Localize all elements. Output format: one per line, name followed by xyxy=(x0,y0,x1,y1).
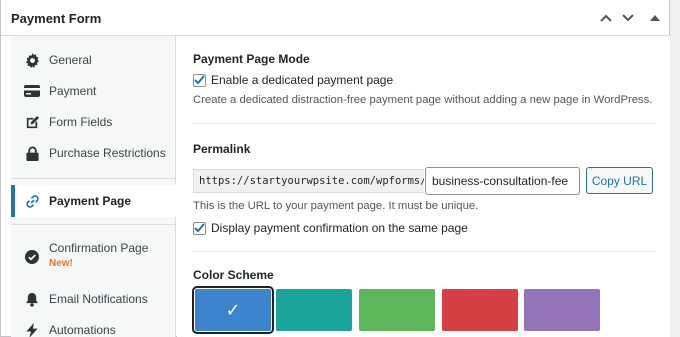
sidebar-item-payment[interactable]: Payment xyxy=(11,80,175,102)
checkbox-label: Display payment confirmation on the same… xyxy=(211,221,468,235)
toggle-panel-button[interactable] xyxy=(645,8,665,28)
chevron-up-icon xyxy=(600,14,612,22)
checkmark-icon xyxy=(194,75,205,85)
permalink-url-prefix: https://startyourwpsite.com/wpforms/ xyxy=(193,169,424,193)
color-swatch-green[interactable] xyxy=(359,289,435,331)
color-swatch-purple[interactable] xyxy=(524,289,600,331)
bell-icon xyxy=(24,291,40,307)
sidebar-item-email-notifications[interactable]: Email Notifications xyxy=(11,288,175,310)
chevron-down-icon xyxy=(622,14,634,22)
enable-payment-page-checkbox[interactable]: Enable a dedicated payment page xyxy=(193,73,393,87)
color-swatch-blue[interactable]: ✓ xyxy=(192,286,274,334)
gear-icon xyxy=(24,52,40,68)
sidebar-item-label: Purchase Restrictions xyxy=(49,146,166,160)
sidebar-item-purchase-restrictions[interactable]: Purchase Restrictions xyxy=(11,142,175,164)
sidebar-item-text: Confirmation Page New! xyxy=(49,241,148,269)
selected-check-icon: ✓ xyxy=(225,299,241,320)
payment-page-mode-title: Payment Page Mode xyxy=(193,52,310,66)
lock-icon xyxy=(24,145,40,161)
caret-up-icon xyxy=(650,15,660,21)
link-icon xyxy=(24,193,40,209)
copy-url-button[interactable]: Copy URL xyxy=(586,167,653,194)
settings-sidebar: General Payment Form Fields Purchase Res… xyxy=(11,36,177,337)
sidebar-item-label: Payment Page xyxy=(49,194,132,208)
move-up-button[interactable] xyxy=(596,8,616,28)
checkbox-label: Enable a dedicated payment page xyxy=(211,73,394,87)
display-confirmation-checkbox[interactable]: Display payment confirmation on the same… xyxy=(193,221,468,235)
new-badge: New! xyxy=(49,258,73,269)
sidebar-divider xyxy=(11,224,175,225)
permalink-description: This is the URL to your payment page. It… xyxy=(193,200,479,212)
sidebar-item-label: Form Fields xyxy=(49,115,113,129)
sidebar-item-general[interactable]: General xyxy=(11,49,175,71)
checkbox-box[interactable] xyxy=(193,221,206,235)
credit-card-icon xyxy=(24,83,40,99)
sidebar-item-label: Automations xyxy=(49,323,116,337)
sidebar-item-label: Confirmation Page xyxy=(49,241,149,255)
sidebar-item-automations[interactable]: Automations xyxy=(11,319,175,337)
move-down-button[interactable] xyxy=(618,8,638,28)
color-swatch-red[interactable] xyxy=(442,289,518,331)
sidebar-item-label: Email Notifications xyxy=(49,292,148,306)
edit-icon xyxy=(24,114,40,130)
bolt-icon xyxy=(24,322,40,337)
sidebar-item-label: Payment xyxy=(49,84,97,98)
checkmark-icon xyxy=(194,223,205,233)
sidebar-divider xyxy=(11,178,175,179)
checkbox-box[interactable] xyxy=(193,73,206,87)
permalink-title: Permalink xyxy=(193,142,251,156)
color-swatch-teal[interactable] xyxy=(276,289,352,331)
sidebar-item-confirmation-page[interactable]: Confirmation Page New! xyxy=(11,241,175,273)
payment-page-settings: Payment Page Mode Enable a dedicated pay… xyxy=(177,36,670,337)
sidebar-item-form-fields[interactable]: Form Fields xyxy=(11,111,175,133)
payment-form-panel: Payment Form General Payment Form Fields… xyxy=(0,0,670,337)
check-circle-icon xyxy=(24,249,40,265)
sidebar-item-payment-page[interactable]: Payment Page xyxy=(11,185,177,217)
payment-page-mode-description: Create a dedicated distraction-free paym… xyxy=(193,94,653,106)
panel-header: Payment Form xyxy=(1,0,669,36)
color-scheme-title: Color Scheme xyxy=(193,268,274,282)
sidebar-item-label: General xyxy=(49,53,92,67)
section-divider xyxy=(193,123,655,124)
permalink-slug-input[interactable] xyxy=(425,167,580,195)
panel-title: Payment Form xyxy=(11,11,102,26)
section-divider xyxy=(193,251,655,252)
